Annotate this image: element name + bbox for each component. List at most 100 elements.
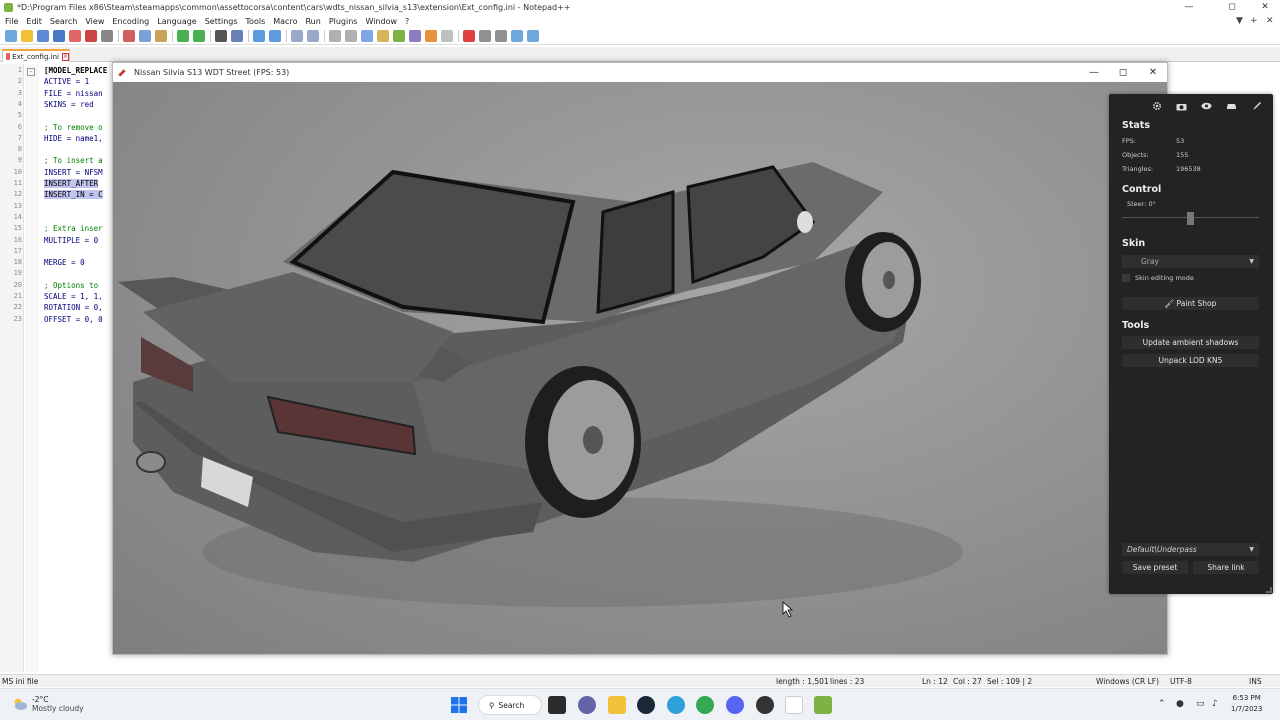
menu-search[interactable]: Search xyxy=(50,17,77,26)
monitor-icon[interactable]: ▭ xyxy=(1196,699,1205,709)
paste-icon[interactable] xyxy=(155,30,167,42)
menu-edit[interactable]: Edit xyxy=(26,17,42,26)
doc-new-icon[interactable]: + xyxy=(1250,15,1258,28)
paint-shop-button[interactable]: 🖌 Paint Shop xyxy=(1122,297,1259,310)
menu-tools[interactable]: Tools xyxy=(246,17,266,26)
tab-ext-config[interactable]: Ext_config.ini ✕ xyxy=(2,49,70,62)
save-macro-icon[interactable] xyxy=(527,30,539,42)
function-list-icon[interactable] xyxy=(409,30,421,42)
update-ambient-shadows-button[interactable]: Update ambient shadows xyxy=(1122,336,1259,349)
code-line[interactable]: [MODEL_REPLACE xyxy=(44,66,107,75)
unpack-lod-button[interactable]: Unpack LOD KN5 xyxy=(1122,354,1259,367)
code-line[interactable]: INSERT_AFTER xyxy=(44,179,99,188)
doc-close-icon[interactable]: ✕ xyxy=(1266,15,1274,28)
code-line[interactable]: ROTATION = 0, xyxy=(44,303,103,312)
code-line[interactable]: ; Options to xyxy=(44,281,98,290)
copy-icon[interactable] xyxy=(139,30,151,42)
code-line[interactable]: OFFSET = 0, 0 xyxy=(44,315,103,324)
menu-run[interactable]: Run xyxy=(305,17,320,26)
csp-taskbar-icon[interactable] xyxy=(785,696,803,714)
menu-language[interactable]: Language xyxy=(157,17,196,26)
status-eol[interactable]: Windows (CR LF) xyxy=(1096,677,1159,686)
camera-icon[interactable] xyxy=(1169,99,1194,113)
record-macro-icon[interactable] xyxy=(463,30,475,42)
task-view-icon[interactable] xyxy=(548,696,566,714)
code-line[interactable]: INSERT = NFSM xyxy=(44,168,103,177)
taskbar-search-box[interactable]: ⚲ Search xyxy=(478,695,542,715)
zoom-out-icon[interactable] xyxy=(269,30,281,42)
menu-view[interactable]: View xyxy=(85,17,104,26)
close-file-icon[interactable] xyxy=(69,30,81,42)
maximize-icon[interactable]: ◻ xyxy=(1217,0,1247,15)
minimize-icon[interactable]: — xyxy=(1079,63,1109,82)
minimize-icon[interactable]: — xyxy=(1174,0,1204,15)
cut-icon[interactable] xyxy=(123,30,135,42)
code-line[interactable]: SKINS = red xyxy=(44,100,94,109)
chrome-icon[interactable] xyxy=(696,696,714,714)
print-icon[interactable] xyxy=(101,30,113,42)
doc-map-icon[interactable] xyxy=(393,30,405,42)
menu-settings[interactable]: Settings xyxy=(205,17,238,26)
zoom-in-icon[interactable] xyxy=(253,30,265,42)
car-icon[interactable] xyxy=(1219,99,1244,113)
menu-plugins[interactable]: Plugins xyxy=(329,17,358,26)
car-3d-viewport[interactable] xyxy=(113,82,1167,654)
code-line[interactable]: FILE = nissan xyxy=(44,89,103,98)
folder-workspace-icon[interactable] xyxy=(425,30,437,42)
redo-icon[interactable] xyxy=(193,30,205,42)
undo-icon[interactable] xyxy=(177,30,189,42)
tab-close-icon[interactable]: ✕ xyxy=(61,52,69,61)
file-explorer-icon[interactable] xyxy=(608,696,626,714)
teams-chat-icon[interactable] xyxy=(578,696,596,714)
show-all-chars-icon[interactable] xyxy=(345,30,357,42)
preset-dropdown[interactable]: Default\Underpass ▼ xyxy=(1122,543,1259,556)
save-all-icon[interactable] xyxy=(53,30,65,42)
run-macro-multiple-icon[interactable] xyxy=(511,30,523,42)
weather-widget[interactable]: -2°C Mostly cloudy xyxy=(12,695,84,713)
windows-start-icon[interactable] xyxy=(450,696,468,714)
word-wrap-icon[interactable] xyxy=(329,30,341,42)
gear-icon[interactable] xyxy=(1144,99,1169,113)
code-line[interactable]: ; To remove o xyxy=(44,123,103,132)
speaker-icon[interactable]: ♪ xyxy=(1212,699,1218,709)
code-line[interactable]: ACTIVE = 1 xyxy=(44,77,89,86)
eye-icon[interactable] xyxy=(1194,99,1219,113)
close-icon[interactable]: ✕ xyxy=(1138,63,1168,82)
share-link-button[interactable]: Share link xyxy=(1193,561,1259,574)
save-icon[interactable] xyxy=(37,30,49,42)
steer-slider-handle[interactable] xyxy=(1187,212,1194,225)
menu-encoding[interactable]: Encoding xyxy=(112,17,149,26)
status-encoding[interactable]: UTF-8 xyxy=(1170,677,1192,686)
code-line[interactable]: ; To insert a xyxy=(44,156,103,165)
obs-icon[interactable] xyxy=(756,696,774,714)
sync-v-icon[interactable] xyxy=(291,30,303,42)
code-line[interactable]: SCALE = 1, 1, xyxy=(44,292,103,301)
doc-dropdown-icon[interactable]: ▼ xyxy=(1236,15,1243,28)
code-line[interactable]: HIDE = name1, xyxy=(44,134,103,143)
discord-icon[interactable] xyxy=(726,696,744,714)
play-macro-icon[interactable] xyxy=(495,30,507,42)
paint-icon[interactable] xyxy=(1244,99,1269,113)
microphone-icon[interactable]: ● xyxy=(1176,699,1184,709)
new-file-icon[interactable] xyxy=(5,30,17,42)
skin-dropdown[interactable]: Gray ▼ xyxy=(1122,255,1259,268)
menu-window[interactable]: Window xyxy=(365,17,397,26)
udl-icon[interactable] xyxy=(377,30,389,42)
steam-icon[interactable] xyxy=(637,696,655,714)
edge-browser-icon[interactable] xyxy=(667,696,685,714)
menu-file[interactable]: File xyxy=(5,17,18,26)
monitoring-icon[interactable] xyxy=(441,30,453,42)
skin-editing-checkbox[interactable] xyxy=(1122,274,1130,282)
sync-h-icon[interactable] xyxy=(307,30,319,42)
taskbar-clock[interactable]: 6:53 PM 1/7/2023 xyxy=(1231,693,1262,715)
code-line[interactable]: ; Extra inser xyxy=(44,224,103,233)
indent-guide-icon[interactable] xyxy=(361,30,373,42)
tray-chevron-icon[interactable]: ⌃ xyxy=(1158,699,1166,709)
close-icon[interactable]: ✕ xyxy=(1250,0,1280,15)
stop-macro-icon[interactable] xyxy=(479,30,491,42)
find-icon[interactable] xyxy=(215,30,227,42)
maximize-icon[interactable]: ◻ xyxy=(1108,63,1138,82)
status-insert-mode[interactable]: INS xyxy=(1249,677,1262,686)
code-line[interactable]: MERGE = 0 xyxy=(44,258,85,267)
close-all-icon[interactable] xyxy=(85,30,97,42)
